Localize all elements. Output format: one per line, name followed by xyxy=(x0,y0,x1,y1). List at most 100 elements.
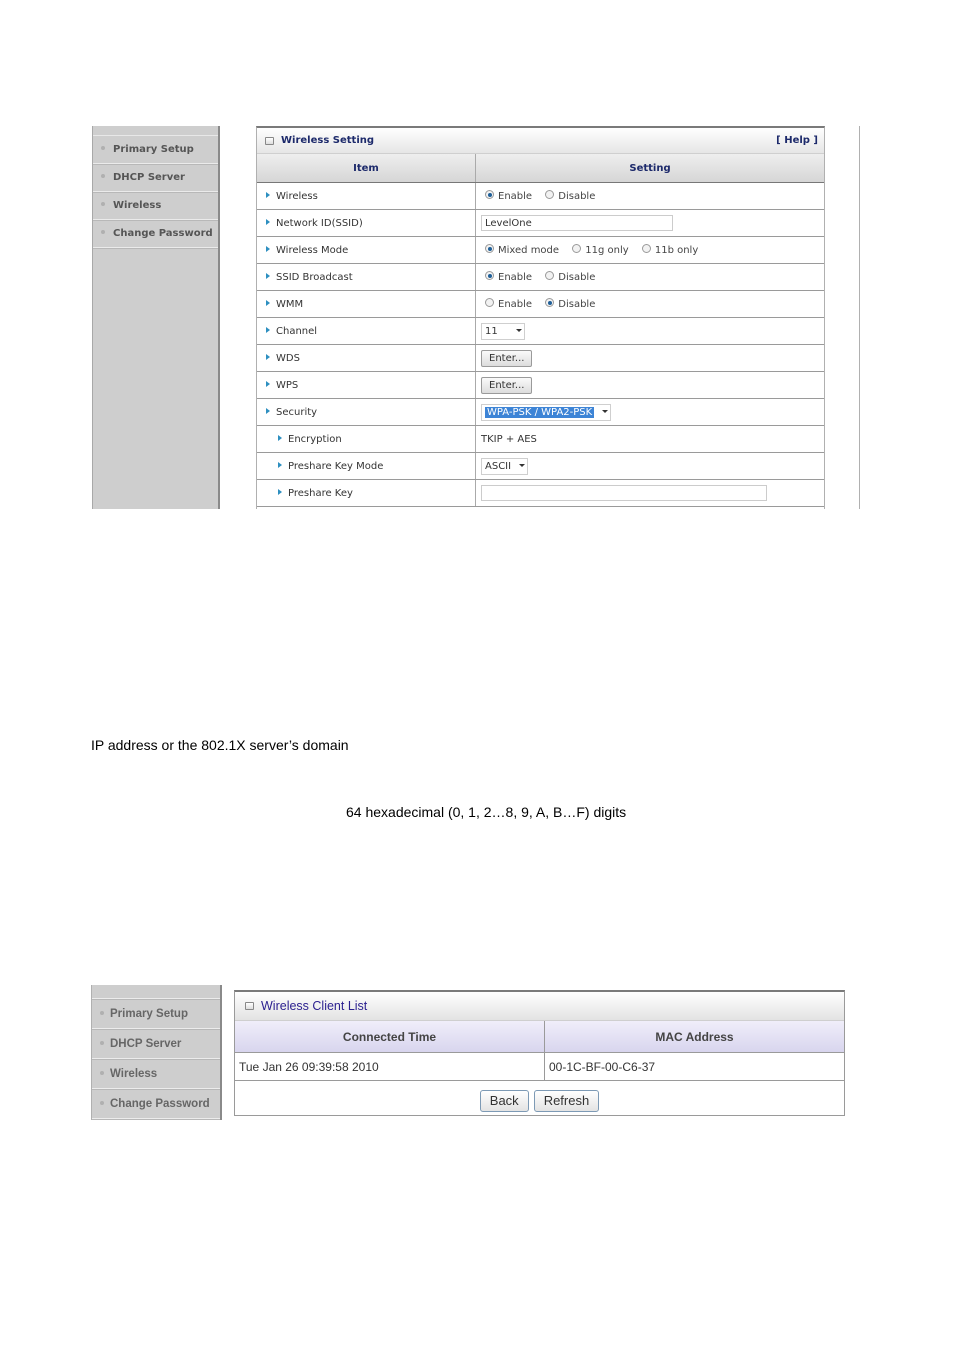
row-label: Preshare Key xyxy=(288,487,353,499)
arrow-right-icon xyxy=(266,245,270,252)
table-row: WDS Enter... xyxy=(257,344,824,372)
help-link[interactable]: [ Help ] xyxy=(776,135,818,146)
row-label: WDS xyxy=(276,352,300,364)
wireless-disable-radio[interactable] xyxy=(545,190,555,199)
table-row: Tue Jan 26 09:39:58 2010 00-1C-BF-00-C6-… xyxy=(235,1052,844,1081)
sidebar-item-change-password[interactable]: Change Password xyxy=(92,1089,220,1119)
row-label: Wireless Mode xyxy=(276,244,349,256)
ssid-broadcast-enable-radio[interactable] xyxy=(485,271,494,280)
sidebar-nav: Primary Setup DHCP Server Wireless Chang… xyxy=(92,126,220,509)
row-label: Security xyxy=(276,406,318,418)
row-label: Wireless xyxy=(276,190,318,202)
bullet-icon xyxy=(100,1040,104,1045)
wireless-enable-radio[interactable] xyxy=(485,190,494,199)
row-label: Network ID(SSID) xyxy=(276,217,363,229)
table-row: Preshare Key Mode ASCII xyxy=(257,452,824,480)
wps-enter-button[interactable]: Enter... xyxy=(481,376,533,394)
refresh-button[interactable]: Refresh xyxy=(533,1090,600,1112)
security-select[interactable]: WPA-PSK / WPA2-PSK xyxy=(481,403,612,421)
table-row: Wireless Enable Disable xyxy=(257,182,824,210)
table-row: WPS Enter... xyxy=(257,371,824,399)
table-row: Channel 11 xyxy=(257,317,824,345)
arrow-right-icon xyxy=(266,218,270,225)
column-header-mac-address: MAC Address xyxy=(544,1021,844,1053)
wmm-disable-radio[interactable] xyxy=(545,298,555,307)
encryption-value: TKIP + AES xyxy=(481,433,537,445)
table-row: SSID Broadcast Enable Disable xyxy=(257,263,824,291)
wireless-setting-panel: Wireless Setting [ Help ] Item Setting W… xyxy=(256,126,825,509)
wds-enter-button[interactable]: Enter... xyxy=(481,349,533,367)
table-row: Network ID(SSID) LevelOne xyxy=(257,209,824,237)
table-header: Connected Time MAC Address xyxy=(235,1021,844,1053)
row-label: Channel xyxy=(276,325,318,337)
bullet-icon xyxy=(101,202,105,206)
arrow-right-icon xyxy=(266,272,270,279)
row-label: SSID Broadcast xyxy=(276,271,353,283)
table-header: Item Setting xyxy=(257,154,824,183)
channel-select[interactable]: 11 xyxy=(481,322,525,340)
sidebar-item-primary-setup[interactable]: Primary Setup xyxy=(92,999,220,1029)
row-label: WPS xyxy=(276,379,299,391)
panel-titlebar: Wireless Client List xyxy=(235,992,844,1021)
panel-title: Wireless Client List xyxy=(261,999,368,1013)
arrow-right-icon xyxy=(266,380,270,387)
action-bar: Back Refresh xyxy=(235,1081,844,1121)
wmm-enable-radio[interactable] xyxy=(485,298,494,307)
column-header-item: Item xyxy=(257,154,476,183)
settings-table: Item Setting Wireless Enable Disable Net… xyxy=(257,154,824,507)
chevron-down-icon xyxy=(602,410,609,413)
table-row: WMM Enable Disable xyxy=(257,290,824,318)
sidebar-item-change-password[interactable]: Change Password xyxy=(93,220,218,248)
sidebar-item-dhcp-server[interactable]: DHCP Server xyxy=(92,1029,220,1059)
column-header-setting: Setting xyxy=(475,154,824,183)
table-row: Security WPA-PSK / WPA2-PSK xyxy=(257,398,824,426)
ssid-broadcast-disable-radio[interactable] xyxy=(545,271,555,280)
arrow-right-icon xyxy=(278,488,282,495)
sidebar-item-wireless[interactable]: Wireless xyxy=(92,1059,220,1089)
panel-box-icon xyxy=(265,136,274,145)
arrow-right-icon xyxy=(266,191,270,198)
client-list-table: Connected Time MAC Address Tue Jan 26 09… xyxy=(235,1021,844,1081)
sidebar-item-wireless[interactable]: Wireless xyxy=(93,192,218,220)
doc-text-line: 64 hexadecimal (0, 1, 2…8, 9, A, B…F) di… xyxy=(346,804,627,820)
table-row: Wireless Mode Mixed mode 11g only 11b on… xyxy=(257,236,824,264)
table-row: Preshare Key xyxy=(257,479,824,507)
mode-11g-radio[interactable] xyxy=(572,244,582,253)
sidebar-item-dhcp-server[interactable]: DHCP Server xyxy=(93,164,218,192)
arrow-right-icon xyxy=(278,461,282,468)
row-label: WMM xyxy=(276,298,304,310)
table-row: Encryption TKIP + AES xyxy=(257,425,824,453)
panel-titlebar: Wireless Setting [ Help ] xyxy=(257,128,824,154)
panel-box-icon xyxy=(245,1002,254,1010)
row-label: Preshare Key Mode xyxy=(288,460,384,472)
preshare-key-mode-select[interactable]: ASCII xyxy=(481,457,529,475)
bullet-icon xyxy=(101,174,105,178)
bullet-icon xyxy=(100,1010,104,1015)
sidebar-item-primary-setup[interactable]: Primary Setup xyxy=(93,136,218,164)
doc-text-line: IP address or the 802.1X server’s domain xyxy=(91,737,349,753)
preshare-key-input[interactable] xyxy=(481,485,767,501)
arrow-right-icon xyxy=(278,434,282,441)
chevron-down-icon xyxy=(519,464,526,467)
arrow-right-icon xyxy=(266,353,270,360)
chevron-down-icon xyxy=(515,329,522,332)
wireless-client-list-panel: Wireless Client List Connected Time MAC … xyxy=(234,990,845,1116)
mode-mixed-radio[interactable] xyxy=(485,244,494,253)
sidebar-nav: Primary Setup DHCP Server Wireless Chang… xyxy=(91,985,222,1120)
arrow-right-icon xyxy=(266,299,270,306)
row-label: Encryption xyxy=(288,433,342,445)
arrow-right-icon xyxy=(266,326,270,333)
panel-title: Wireless Setting xyxy=(281,135,375,146)
back-button[interactable]: Back xyxy=(479,1090,529,1112)
bullet-icon xyxy=(101,230,105,234)
column-header-connected-time: Connected Time xyxy=(235,1021,545,1053)
connected-time-cell: Tue Jan 26 09:39:58 2010 xyxy=(235,1052,545,1081)
ssid-input[interactable]: LevelOne xyxy=(481,215,673,231)
arrow-right-icon xyxy=(266,407,270,414)
bullet-icon xyxy=(100,1100,104,1105)
mac-address-cell: 00-1C-BF-00-C6-37 xyxy=(544,1052,844,1081)
mode-11b-radio[interactable] xyxy=(641,244,651,253)
bullet-icon xyxy=(101,146,105,150)
page-border xyxy=(859,126,860,509)
bullet-icon xyxy=(100,1070,104,1075)
